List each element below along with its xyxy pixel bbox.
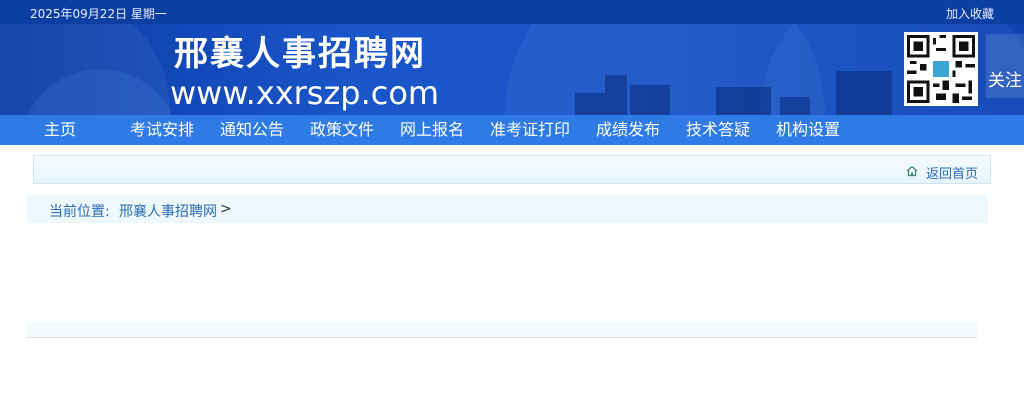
nav-item-notices[interactable]: 通知公告 — [220, 115, 284, 145]
home-icon — [906, 165, 918, 177]
top-bar: 2025年09月22日 星期一 加入收藏 — [0, 0, 1024, 24]
breadcrumb: 当前位置: 邢襄人事招聘网 > — [27, 195, 988, 223]
nav-item-policies[interactable]: 政策文件 — [310, 115, 374, 145]
nav-item-registration[interactable]: 网上报名 — [400, 115, 464, 145]
nav-item-tech-support[interactable]: 技术答疑 — [686, 115, 750, 145]
main-nav: 主页 考试安排 通知公告 政策文件 网上报名 准考证打印 成绩发布 技术答疑 机… — [0, 115, 1024, 145]
skyline-building — [630, 85, 670, 115]
back-home-link[interactable]: 返回首页 — [926, 163, 978, 182]
skyline-building — [836, 71, 892, 115]
qr-code-icon — [904, 32, 978, 106]
header-banner: 邢襄人事招聘网 www.xxrszp.com 关注 — [0, 24, 1024, 115]
add-favorite-link[interactable]: 加入收藏 — [946, 5, 994, 22]
current-date: 2025年09月22日 星期一 — [30, 7, 167, 21]
breadcrumb-site-link[interactable]: 邢襄人事招聘网 — [119, 201, 217, 221]
nav-item-organization[interactable]: 机构设置 — [776, 115, 840, 145]
skyline-building — [780, 97, 810, 115]
skyline-building — [605, 75, 627, 115]
nav-item-admit-card[interactable]: 准考证打印 — [490, 115, 570, 145]
nav-item-results[interactable]: 成绩发布 — [596, 115, 660, 145]
skyline-building — [575, 93, 605, 115]
nav-item-exam-schedule[interactable]: 考试安排 — [130, 115, 194, 145]
nav-item-home[interactable]: 主页 — [44, 115, 76, 145]
skyline-building — [716, 87, 771, 115]
breadcrumb-label: 当前位置: — [49, 204, 110, 220]
breadcrumb-separator: > — [220, 201, 232, 217]
site-title: 邢襄人事招聘网 — [174, 34, 426, 74]
content-header: 返回首页 — [33, 155, 991, 184]
content-footer — [27, 322, 977, 338]
site-url: www.xxrszp.com — [170, 74, 440, 112]
follow-label: 关注 — [988, 71, 1022, 91]
